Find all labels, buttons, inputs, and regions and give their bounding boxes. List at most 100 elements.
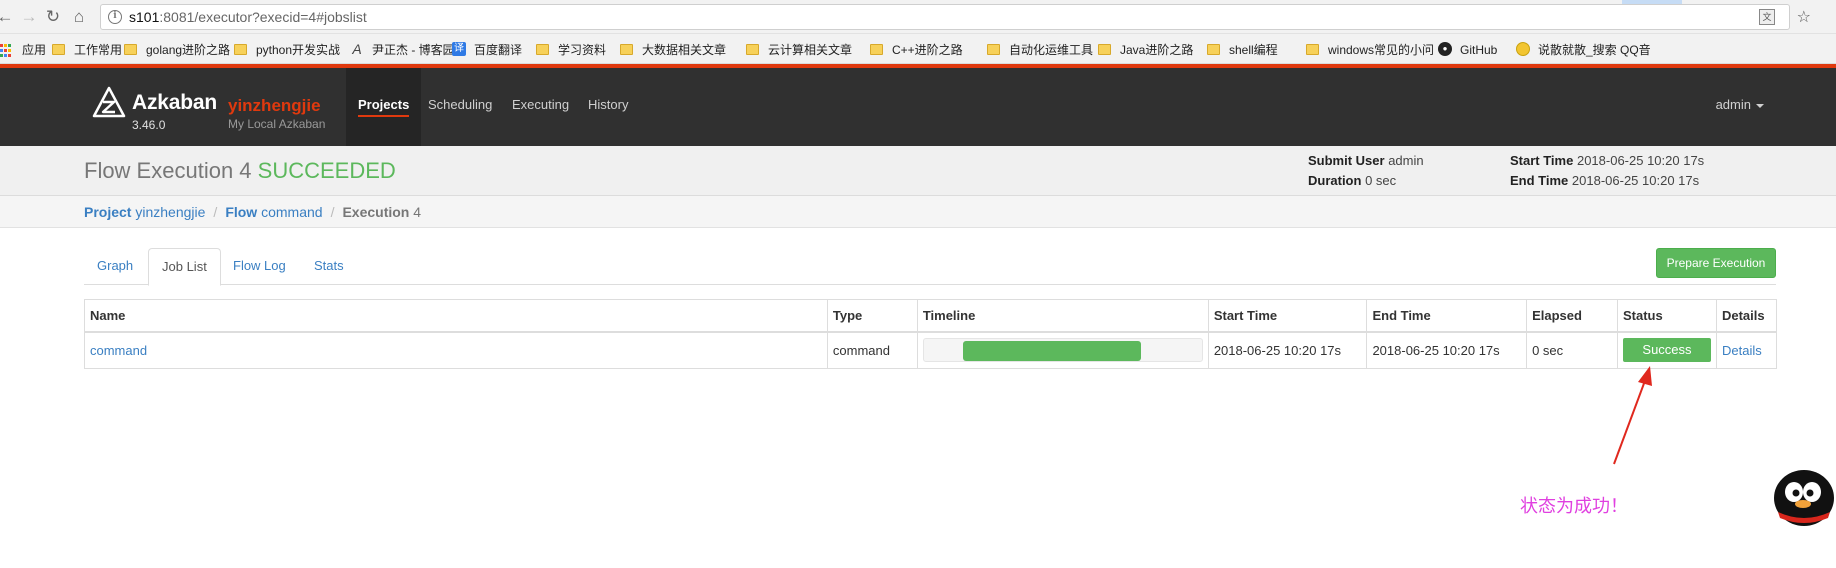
bookmark-item[interactable]: 云计算相关文章 [746,42,852,58]
environment-label: My Local Azkaban [228,117,326,131]
bookmark-item[interactable]: C++进阶之路 [870,42,963,58]
column-header-timeline[interactable]: Timeline [916,299,1209,333]
apps-grid-icon [0,44,14,58]
execution-status: SUCCEEDED [257,158,396,183]
url-text[interactable]: s101:8081/executor?execid=4#jobslist [129,9,367,25]
chevron-down-icon [1756,103,1764,108]
bookmark-item[interactable]: ● GitHub [1438,42,1497,58]
nav-executing[interactable]: Executing [500,68,581,146]
breadcrumb-flow[interactable]: Flow command [225,204,322,220]
tab-stats[interactable]: Stats [301,248,357,285]
bookmark-label: python开发实战 [256,43,341,57]
duration: Duration 0 sec [1308,173,1397,188]
bookmark-item[interactable]: A 尹正杰 - 博客园 [350,42,455,58]
bookmark-item[interactable]: windows常见的小问 [1306,42,1434,58]
site-info-icon[interactable]: i [108,10,122,24]
azkaban-logo-icon[interactable] [92,86,126,118]
back-icon[interactable]: ← [0,6,16,28]
qq-penguin-icon[interactable] [1764,466,1836,528]
bookmark-item[interactable]: 译百度翻译 [452,42,522,58]
job-end-time-cell: 2018-06-25 10:20 17s [1366,331,1528,369]
github-icon: ● [1438,42,1452,56]
execution-header: Flow Execution 4 SUCCEEDED Submit User a… [0,146,1836,196]
column-header-details[interactable]: Details [1715,299,1778,333]
bookmark-label: Java进阶之路 [1120,43,1194,57]
breadcrumb: Project yinzhengjie / Flow command / Executi… [84,204,421,220]
brand-title[interactable]: Azkaban [132,91,217,115]
tab-flow-log[interactable]: Flow Log [220,248,299,285]
execution-tabs: Graph Job List Flow Log Stats [84,248,1776,286]
job-name-link[interactable]: command [90,343,147,358]
submit-user: Submit User admin [1308,153,1424,168]
bookmark-label: 应用 [22,43,47,57]
azkaban-navbar: Azkaban yinzhengjie 3.46.0 My Local Azka… [0,64,1836,146]
job-timeline-fill [962,341,1141,362]
nav-history[interactable]: History [576,68,640,146]
column-header-end-time[interactable]: End Time [1366,299,1528,333]
bookmark-label: 说散就散_搜索 QQ音 [1538,43,1651,57]
nav-scheduling[interactable]: Scheduling [416,68,504,146]
translate-icon: 译 [452,42,466,56]
tab-job-list[interactable]: Job List [148,248,221,286]
forward-icon[interactable]: → [18,6,40,28]
translate-page-icon[interactable]: 文 [1759,9,1775,25]
bookmark-label: 百度翻译 [474,43,523,57]
bookmark-item[interactable]: 说散就散_搜索 QQ音 [1516,42,1651,58]
bookmark-label: 工作常用 [74,43,123,57]
bookmark-item[interactable]: golang进阶之路 [124,42,230,58]
bookmark-label: shell编程 [1229,43,1278,57]
job-list-table: Name Type Timeline Start Time End Time E… [84,299,1778,369]
folder-icon [234,44,247,55]
bookmark-label: 尹正杰 - 博客园 [372,43,455,57]
column-header-status[interactable]: Status [1616,299,1717,333]
bookmark-label: 自动化运维工具 [1009,43,1094,57]
prepare-execution-button[interactable]: Prepare Execution [1656,248,1776,278]
column-header-name[interactable]: Name [84,299,828,333]
table-row: command command 2018-06-25 10:20 17s 201… [84,331,1778,369]
details-link[interactable]: Details [1722,343,1762,358]
address-bar[interactable]: i s101:8081/executor?execid=4#jobslist 文… [100,4,1811,30]
breadcrumb-separator: / [330,204,335,220]
bookmark-item[interactable]: 应用 [0,42,46,58]
version-label: 3.46.0 [132,118,166,132]
bookmark-item[interactable]: python开发实战 [234,42,340,58]
breadcrumb-project[interactable]: Project yinzhengjie [84,204,205,220]
bookmark-item[interactable]: shell编程 [1207,42,1278,58]
bookmark-item[interactable]: 大数据相关文章 [620,42,726,58]
bookmark-item[interactable]: 自动化运维工具 [987,42,1093,58]
folder-icon [987,44,1000,55]
column-header-start-time[interactable]: Start Time [1207,299,1368,333]
bookmark-label: C++进阶之路 [892,43,963,57]
reload-icon[interactable]: ↻ [42,6,64,28]
bookmark-label: windows常见的小问 [1328,43,1435,57]
column-header-elapsed[interactable]: Elapsed [1526,299,1618,333]
table-header-row: Name Type Timeline Start Time End Time E… [84,299,1778,333]
bookmarks-bar: 应用 工作常用 golang进阶之路 python开发实战 A 尹正杰 - 博客园译百度翻… [0,34,1836,64]
page-title: Flow Execution 4 SUCCEEDED [84,158,396,183]
nav-projects[interactable]: Projects [346,68,422,146]
breadcrumb-execution: Execution 4 [342,204,422,220]
home-icon[interactable]: ⌂ [68,6,90,28]
breadcrumb-separator: / [213,204,218,220]
folder-icon [52,44,65,55]
folder-icon [124,44,137,55]
job-details-cell: Details [1715,331,1778,369]
bookmark-label: 大数据相关文章 [642,43,727,57]
bookmark-item[interactable]: 工作常用 [52,42,122,58]
bookmark-label: 学习资料 [558,43,607,57]
job-start-time-cell: 2018-06-25 10:20 17s [1207,331,1368,369]
browser-toolbar: ← → ↻ ⌂ i s101:8081/executor?execid=4#jo… [0,0,1836,34]
tab-graph[interactable]: Graph [84,248,146,285]
user-menu[interactable]: admin [1716,68,1764,146]
bookmark-item[interactable]: Java进阶之路 [1098,42,1193,58]
brand-subtitle: yinzhengjie [228,96,321,115]
status-badge: Success [1622,338,1711,363]
bookmark-label: GitHub [1460,43,1498,57]
bookmark-label: golang进阶之路 [146,43,231,57]
folder-icon [1098,44,1111,55]
column-header-type[interactable]: Type [826,299,918,333]
qq-music-icon [1516,42,1530,56]
end-time: End Time 2018-06-25 10:20 17s [1510,173,1700,188]
bookmark-star-icon[interactable]: ☆ [1797,7,1811,27]
bookmark-item[interactable]: 学习资料 [536,42,606,58]
